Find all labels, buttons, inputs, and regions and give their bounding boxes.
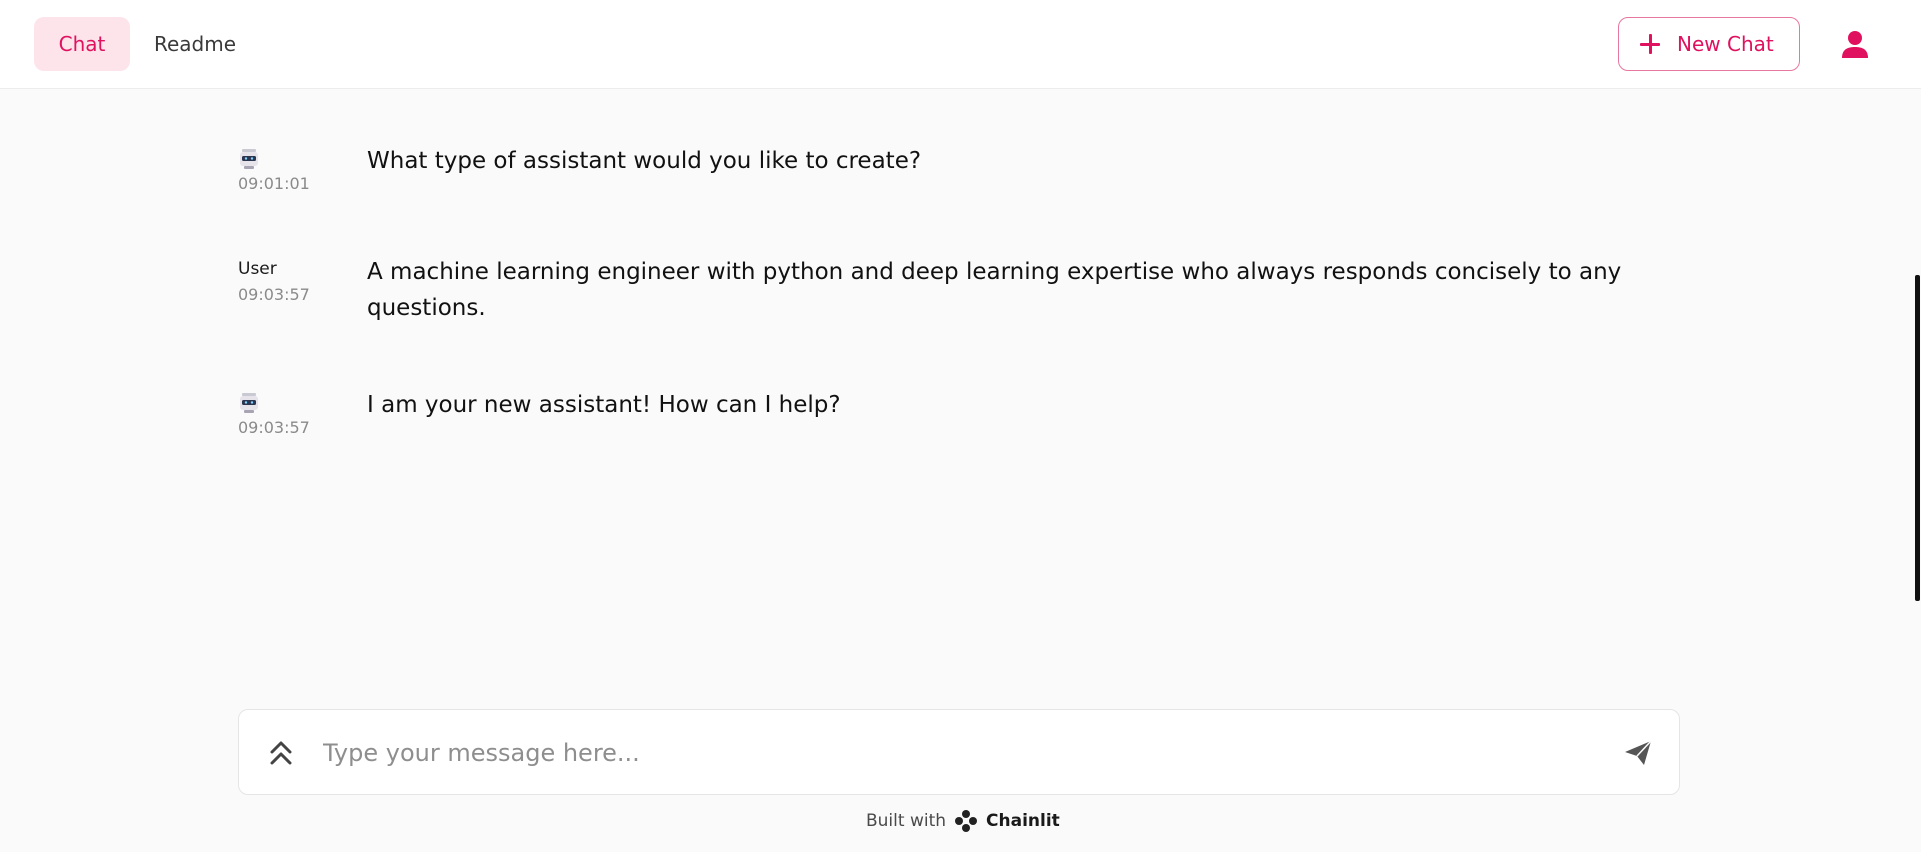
message-meta: User 09:03:57 [238, 257, 358, 304]
chainlit-brand[interactable]: Chainlit [986, 811, 1060, 831]
robot-avatar-icon [240, 393, 258, 413]
new-chat-label: New Chat [1677, 32, 1774, 56]
message-timestamp: 09:03:57 [238, 285, 310, 304]
message-text: I am your new assistant! How can I help? [367, 392, 841, 418]
message-text: A machine learning engineer with python … [367, 259, 1622, 321]
message-composer [238, 709, 1680, 795]
message-timestamp: 09:01:01 [238, 174, 310, 193]
scrollbar-thumb[interactable] [1915, 275, 1920, 601]
message-text: What type of assistant would you like to… [367, 148, 922, 174]
built-with-text: Built with [866, 811, 947, 831]
robot-avatar-icon [240, 149, 258, 169]
new-chat-button[interactable]: New Chat [1618, 17, 1800, 71]
user-account-icon[interactable] [1842, 30, 1868, 58]
message-author: User [238, 259, 277, 279]
message-meta: 09:01:01 [238, 146, 358, 193]
footer: Built with Chainlit [866, 806, 1060, 836]
message-meta: 09:03:57 [238, 390, 358, 437]
message-timestamp: 09:03:57 [238, 418, 310, 437]
plus-icon [1639, 33, 1661, 55]
tab-readme[interactable]: Readme [154, 17, 236, 71]
chainlit-logo-icon [955, 810, 978, 832]
tab-chat[interactable]: Chat [34, 17, 130, 71]
top-bar: Chat Readme New Chat [0, 0, 1921, 89]
message-input[interactable] [323, 728, 1543, 778]
send-icon[interactable] [1623, 738, 1653, 768]
chevrons-up-icon[interactable] [269, 740, 293, 766]
